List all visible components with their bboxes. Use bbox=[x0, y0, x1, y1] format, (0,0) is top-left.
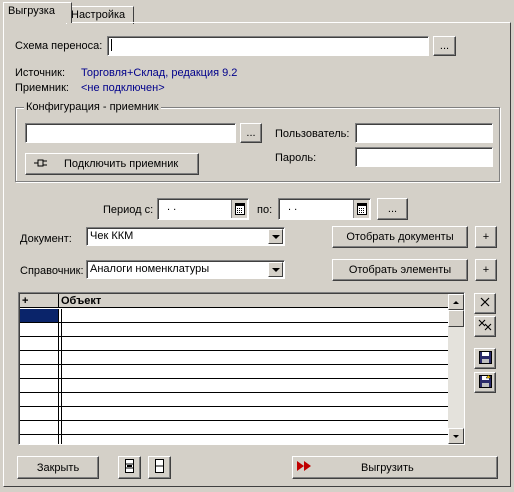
period-to-field[interactable]: . . bbox=[278, 198, 371, 220]
calendar-icon[interactable] bbox=[231, 200, 247, 218]
row-marker-cell[interactable] bbox=[20, 407, 59, 420]
panel-icon bbox=[155, 459, 164, 476]
split-view-button[interactable] bbox=[118, 456, 141, 479]
delete-row-button[interactable] bbox=[474, 293, 496, 314]
table-row[interactable] bbox=[20, 393, 448, 407]
user-field[interactable] bbox=[355, 123, 493, 143]
fast-forward-icon bbox=[297, 461, 311, 474]
row-marker-cell[interactable] bbox=[20, 323, 59, 336]
save-button[interactable] bbox=[474, 348, 496, 369]
scroll-down-button[interactable] bbox=[448, 428, 464, 444]
calendar-icon[interactable] bbox=[353, 200, 369, 218]
object-cell[interactable] bbox=[59, 393, 62, 406]
password-field[interactable] bbox=[355, 147, 493, 167]
close-button[interactable]: Закрыть bbox=[17, 456, 99, 479]
object-cell[interactable] bbox=[59, 337, 62, 350]
object-cell[interactable] bbox=[59, 351, 62, 364]
connect-receiver-button[interactable]: Подключить приемник bbox=[25, 153, 199, 175]
scheme-label: Схема переноса: bbox=[15, 40, 103, 52]
table-row[interactable] bbox=[20, 337, 448, 351]
scheme-browse-button[interactable]: ... bbox=[433, 36, 456, 56]
password-label: Пароль: bbox=[275, 152, 317, 164]
load-button[interactable] bbox=[474, 372, 496, 393]
row-marker-cell[interactable] bbox=[20, 309, 59, 322]
chevron-down-icon[interactable] bbox=[268, 229, 283, 244]
delete-all-rows-button[interactable] bbox=[474, 316, 496, 337]
config-browse-button[interactable]: ... bbox=[240, 123, 262, 143]
objects-table[interactable]: + Объект bbox=[18, 292, 465, 445]
vertical-scrollbar[interactable] bbox=[448, 294, 464, 444]
add-document-button[interactable]: + bbox=[475, 226, 497, 248]
floppy-open-icon bbox=[478, 374, 492, 391]
row-marker-cell[interactable] bbox=[20, 421, 59, 434]
table-row[interactable] bbox=[20, 421, 448, 435]
config-group-title: Конфигурация - приемник bbox=[24, 101, 161, 113]
document-label: Документ: bbox=[20, 233, 72, 245]
object-cell[interactable] bbox=[59, 323, 62, 336]
split-horizontal-icon bbox=[125, 459, 134, 476]
receiver-value[interactable]: <не подключен> bbox=[81, 81, 165, 95]
floppy-save-icon bbox=[478, 350, 492, 367]
double-close-icon bbox=[478, 319, 492, 334]
select-elements-button[interactable]: Отобрать элементы bbox=[332, 259, 468, 281]
export-label: Выгрузить bbox=[361, 461, 414, 474]
period-from-value: . . bbox=[167, 201, 177, 213]
document-select[interactable]: Чек ККМ bbox=[86, 227, 285, 246]
receiver-label: Приемник: bbox=[15, 82, 69, 94]
row-marker-cell[interactable] bbox=[20, 379, 59, 392]
row-marker-cell[interactable] bbox=[20, 365, 59, 378]
reference-select[interactable]: Аналоги номенклатуры bbox=[86, 260, 285, 279]
scheme-field[interactable] bbox=[107, 36, 429, 56]
object-cell[interactable] bbox=[59, 407, 62, 420]
reference-selected: Аналоги номенклатуры bbox=[90, 263, 210, 275]
object-cell[interactable] bbox=[59, 421, 62, 434]
table-row[interactable] bbox=[20, 309, 448, 323]
object-cell[interactable] bbox=[59, 435, 62, 444]
period-from-field[interactable]: . . bbox=[157, 198, 249, 220]
toggle-panel-button[interactable] bbox=[148, 456, 171, 479]
config-path-field[interactable] bbox=[25, 123, 236, 143]
add-reference-button[interactable]: + bbox=[475, 259, 497, 281]
table-row[interactable] bbox=[20, 407, 448, 421]
table-row[interactable] bbox=[20, 351, 448, 365]
object-cell[interactable] bbox=[59, 365, 62, 378]
row-marker-cell[interactable] bbox=[20, 351, 59, 364]
reference-label: Справочник: bbox=[20, 265, 84, 277]
object-cell[interactable] bbox=[59, 309, 62, 322]
select-documents-button[interactable]: Отобрать документы bbox=[332, 226, 468, 248]
period-to-text: по: bbox=[257, 204, 273, 216]
table-row[interactable] bbox=[20, 323, 448, 337]
table-row[interactable] bbox=[20, 379, 448, 393]
row-marker-cell[interactable] bbox=[20, 393, 59, 406]
document-selected: Чек ККМ bbox=[90, 230, 134, 242]
source-label: Источник: bbox=[15, 67, 66, 79]
user-label: Пользователь: bbox=[275, 128, 350, 140]
close-icon bbox=[480, 297, 490, 310]
chevron-down-icon[interactable] bbox=[268, 262, 283, 277]
object-cell[interactable] bbox=[59, 379, 62, 392]
table-row[interactable] bbox=[20, 365, 448, 379]
tab-export[interactable]: Выгрузка bbox=[3, 2, 72, 23]
source-value[interactable]: Торговля+Склад, редакция 9.2 bbox=[81, 66, 237, 80]
period-label: Период с: bbox=[103, 204, 154, 216]
plug-icon bbox=[34, 158, 48, 171]
scroll-thumb[interactable] bbox=[448, 310, 464, 327]
row-marker-cell[interactable] bbox=[20, 435, 59, 444]
period-select-button[interactable]: ... bbox=[377, 198, 408, 220]
column-header-plus[interactable]: + bbox=[20, 294, 59, 308]
period-to-value: . . bbox=[288, 201, 298, 213]
row-marker-cell[interactable] bbox=[20, 337, 59, 350]
scroll-up-button[interactable] bbox=[448, 294, 464, 310]
connect-receiver-label: Подключить приемник bbox=[64, 158, 179, 170]
table-row[interactable] bbox=[20, 435, 448, 444]
column-header-object[interactable]: Объект bbox=[59, 294, 449, 308]
export-button[interactable]: Выгрузить bbox=[292, 456, 498, 479]
